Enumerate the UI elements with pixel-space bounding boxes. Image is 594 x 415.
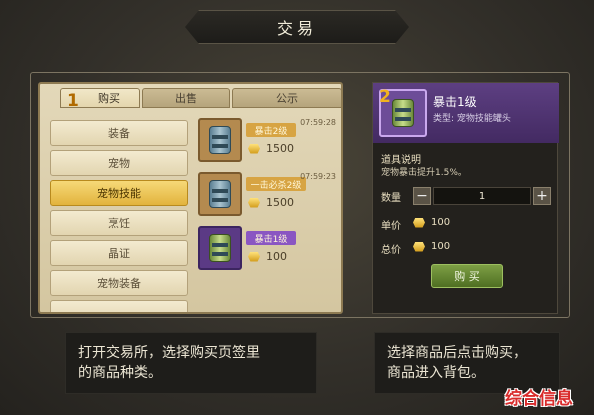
listing-item[interactable]: 暴击1级 100 [198, 226, 338, 270]
category-cooking[interactable]: 烹饪 [50, 210, 188, 236]
detail-header: 2 暴击1级 类型: 宠物技能罐头 [373, 83, 559, 143]
skill-can-icon [209, 180, 231, 208]
gold-icon [248, 251, 260, 262]
item-thumbnail [198, 118, 242, 162]
item-name: 暴击2级 [246, 123, 296, 137]
item-time: 07:59:28 [300, 118, 336, 127]
quantity-label: 数量 [381, 193, 401, 204]
tab-buy-label: 购买 [98, 92, 120, 105]
item-detail-panel: 2 暴击1级 类型: 宠物技能罐头 道具说明 宠物暴击提升1.5%。 数量 − … [372, 82, 559, 314]
item-thumbnail [198, 172, 242, 216]
caption-line: 的商品种类。 [78, 365, 162, 381]
detail-item-name: 暴击1级 [433, 95, 477, 109]
item-thumbnail [198, 226, 242, 270]
gold-icon [413, 217, 425, 228]
caption-line: 选择商品后点击购买， [387, 345, 527, 361]
category-equipment[interactable]: 装备 [50, 120, 188, 146]
item-price-value: 100 [266, 250, 287, 263]
watermark: 综合信息 [505, 389, 573, 409]
total-price-label: 总价 [381, 245, 401, 256]
detail-item-type: 类型: 宠物技能罐头 [433, 114, 511, 124]
category-more[interactable] [50, 300, 188, 312]
unit-price-label: 单价 [381, 221, 401, 232]
tab-buy[interactable]: 1 购买 [60, 88, 140, 111]
window-title-bar: 交易 [185, 10, 409, 44]
caption-line: 商品进入背包。 [387, 365, 485, 381]
item-price: 1500 [248, 142, 294, 155]
description-text: 宠物暴击提升1.5%。 [381, 168, 467, 178]
tab-sell[interactable]: 出售 [142, 88, 230, 108]
item-price-value: 1500 [266, 142, 294, 155]
quantity-decrease-button[interactable]: − [413, 187, 431, 205]
quantity-increase-button[interactable]: + [533, 187, 551, 205]
skill-can-icon [392, 99, 414, 127]
category-label: 宠物技能 [97, 187, 141, 200]
quantity-input[interactable] [433, 187, 531, 205]
category-pet[interactable]: 宠物 [50, 150, 188, 176]
listing-item[interactable]: 暴击2级 07:59:28 1500 [198, 118, 338, 162]
buy-button[interactable]: 购 买 [431, 264, 503, 288]
market-panel: 1 购买 出售 公示 装备 宠物 宠物技能 烹饪 晶证 宠物装备 暴击2级 07… [38, 82, 343, 314]
window-title: 交易 [276, 19, 317, 38]
category-crystal[interactable]: 晶证 [50, 240, 188, 266]
tab-sell-label: 出售 [175, 92, 197, 105]
item-name: 暴击1级 [246, 231, 296, 245]
unit-price: 100 [413, 217, 450, 228]
category-pet-skill[interactable]: 宠物技能 [50, 180, 188, 206]
tab-bar: 1 购买 出售 公示 [40, 84, 341, 111]
skill-can-icon [209, 126, 231, 154]
total-price-value: 100 [431, 241, 451, 252]
category-label: 装备 [108, 127, 130, 140]
tab-public[interactable]: 公示 [232, 88, 341, 108]
skill-can-icon [209, 234, 231, 262]
total-price: 100 [413, 241, 450, 252]
category-label: 烹饪 [108, 217, 130, 230]
item-price-value: 1500 [266, 196, 294, 209]
unit-price-value: 100 [431, 217, 451, 228]
category-label: 宠物装备 [97, 277, 141, 290]
caption-line: 打开交易所，选择购买页签里 [78, 345, 260, 361]
category-label: 宠物 [108, 157, 130, 170]
category-label: 晶证 [108, 247, 130, 260]
item-time: 07:59:23 [300, 172, 336, 181]
item-price: 100 [248, 250, 287, 263]
tab-public-label: 公示 [276, 92, 298, 105]
step-marker: 1 [67, 91, 79, 111]
gold-icon [248, 197, 260, 208]
description-title: 道具说明 [381, 155, 421, 166]
step-marker: 2 [379, 87, 391, 107]
gold-icon [413, 241, 425, 252]
category-pet-equipment[interactable]: 宠物装备 [50, 270, 188, 296]
listing-item[interactable]: 一击必杀2级 07:59:23 1500 [198, 172, 338, 216]
tutorial-caption-left: 打开交易所，选择购买页签里 的商品种类。 [65, 332, 317, 394]
gold-icon [248, 143, 260, 154]
item-name: 一击必杀2级 [246, 177, 306, 191]
item-price: 1500 [248, 196, 294, 209]
